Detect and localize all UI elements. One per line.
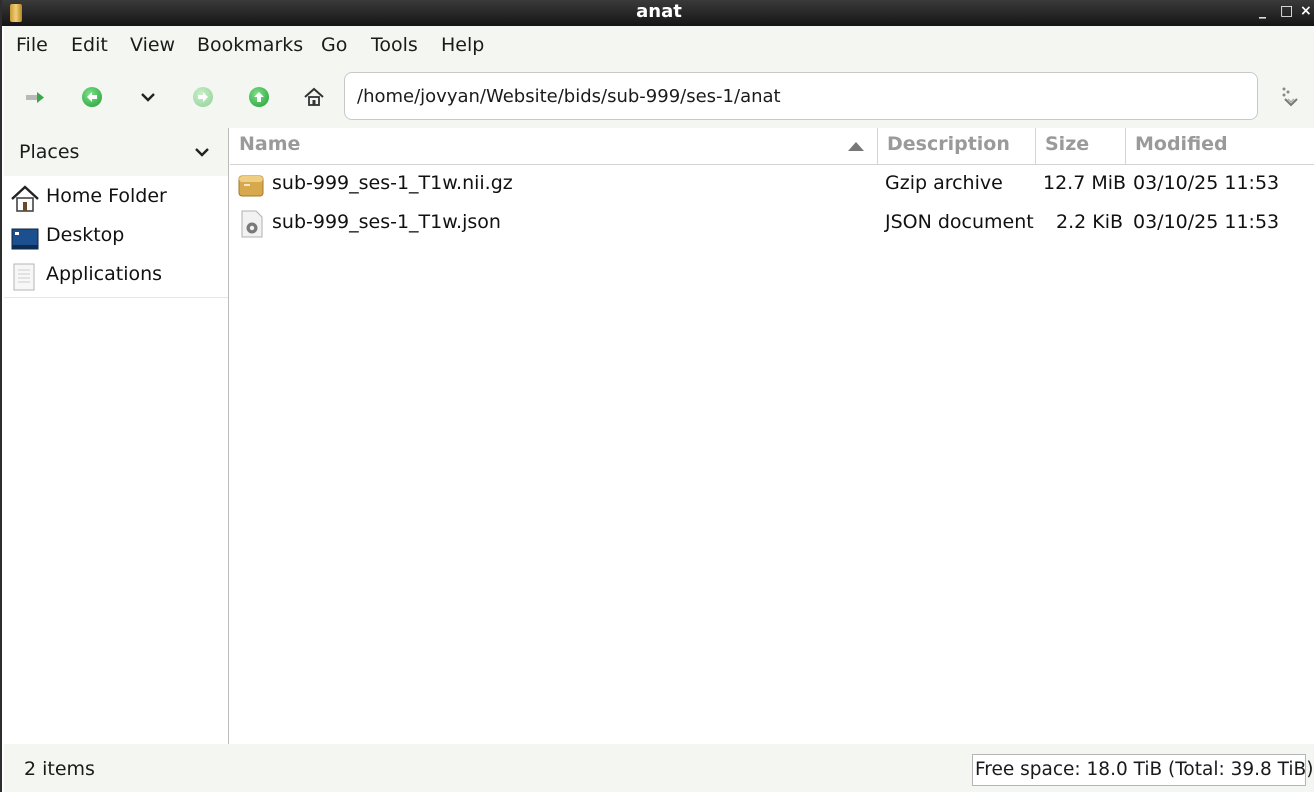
forward-button[interactable] [190, 84, 216, 110]
parent-folder-button[interactable] [246, 84, 272, 110]
up-arrow-icon [249, 87, 269, 107]
window-title: anat [636, 1, 682, 22]
home-folder-icon [11, 185, 39, 212]
sidebar-item-desktop[interactable]: Desktop [4, 217, 228, 255]
file-row[interactable]: sub-999_ses-1_T1w.json JSON document 2.2… [230, 205, 1314, 243]
menu-help[interactable]: Help [441, 34, 484, 56]
places-label: Places [19, 141, 80, 163]
home-icon [304, 87, 324, 106]
menu-view[interactable]: View [130, 34, 175, 56]
archive-icon [238, 175, 264, 197]
file-size: 12.7 MiB [1043, 172, 1127, 194]
file-list: Name Description Size Modified sub-999_s… [230, 128, 1314, 744]
status-bar: 2 items Free space: 18.0 TiB (Total: 39.… [4, 744, 1314, 792]
column-header-size[interactable]: Size [1036, 128, 1126, 165]
location-path: /home/jovyan/Website/bids/sub-999/ses-1/… [357, 86, 781, 107]
free-space-indicator: Free space: 18.0 TiB (Total: 39.8 TiB) [972, 754, 1313, 786]
new-tab-button[interactable] [22, 84, 48, 110]
maximize-button[interactable]: □ [1280, 3, 1293, 19]
close-button[interactable]: × [1300, 3, 1312, 19]
file-manager-window: anat _ □ × File Edit View Bookmarks Go T… [0, 0, 1314, 792]
column-header-modified[interactable]: Modified [1126, 128, 1314, 165]
places-selector[interactable]: Places [4, 128, 228, 176]
places-sidebar: Places Home Folder Desktop Applications [4, 128, 229, 744]
chevron-down-icon [195, 148, 209, 157]
file-description: Gzip archive [885, 172, 1003, 194]
menu-bookmarks[interactable]: Bookmarks [197, 34, 303, 56]
column-size-label: Size [1045, 133, 1090, 155]
file-size: 2.2 KiB [1056, 211, 1124, 233]
sidebar-item-label: Home Folder [46, 185, 167, 207]
minimize-button[interactable]: _ [1259, 3, 1266, 19]
file-name: sub-999_ses-1_T1w.nii.gz [272, 172, 513, 194]
file-name: sub-999_ses-1_T1w.json [272, 211, 501, 233]
column-name-label: Name [239, 133, 301, 155]
column-header-description[interactable]: Description [878, 128, 1036, 165]
back-button[interactable] [79, 84, 105, 110]
menu-file[interactable]: File [16, 34, 48, 56]
item-count: 2 items [24, 758, 95, 780]
file-row[interactable]: sub-999_ses-1_T1w.nii.gz Gzip archive 12… [230, 166, 1314, 204]
sidebar-item-label: Desktop [46, 224, 125, 246]
go-button[interactable] [1276, 84, 1302, 110]
sidebar-divider [4, 297, 228, 298]
sidebar-item-label: Applications [46, 263, 163, 285]
history-dropdown-button[interactable] [135, 84, 161, 110]
free-space-text: Free space: 18.0 TiB (Total: 39.8 TiB) [975, 759, 1314, 780]
title-bar[interactable]: anat _ □ × [2, 0, 1314, 26]
column-description-label: Description [887, 133, 1010, 155]
chevron-down-icon [141, 93, 155, 102]
applications-icon [13, 263, 35, 291]
new-tab-icon [26, 92, 44, 103]
home-button[interactable] [301, 84, 327, 110]
file-modified: 03/10/25 11:53 [1133, 211, 1280, 233]
toolbar: /home/jovyan/Website/bids/sub-999/ses-1/… [4, 64, 1314, 128]
script-file-icon [241, 210, 263, 238]
sidebar-item-applications[interactable]: Applications [4, 256, 228, 294]
file-description: JSON document [885, 211, 1034, 233]
sort-ascending-icon [848, 142, 864, 151]
file-modified: 03/10/25 11:53 [1133, 172, 1280, 194]
desktop-icon [11, 228, 39, 250]
column-modified-label: Modified [1135, 133, 1228, 155]
menu-tools[interactable]: Tools [371, 34, 418, 56]
forward-arrow-icon [193, 87, 213, 107]
menu-edit[interactable]: Edit [71, 34, 108, 56]
menu-bar: File Edit View Bookmarks Go Tools Help [4, 26, 1314, 64]
menu-go[interactable]: Go [321, 34, 347, 56]
column-header-name[interactable]: Name [230, 128, 878, 165]
location-bar[interactable]: /home/jovyan/Website/bids/sub-999/ses-1/… [344, 72, 1258, 120]
back-arrow-icon [82, 87, 102, 107]
jump-to-icon [1282, 87, 1298, 107]
sidebar-item-home-folder[interactable]: Home Folder [4, 178, 228, 216]
